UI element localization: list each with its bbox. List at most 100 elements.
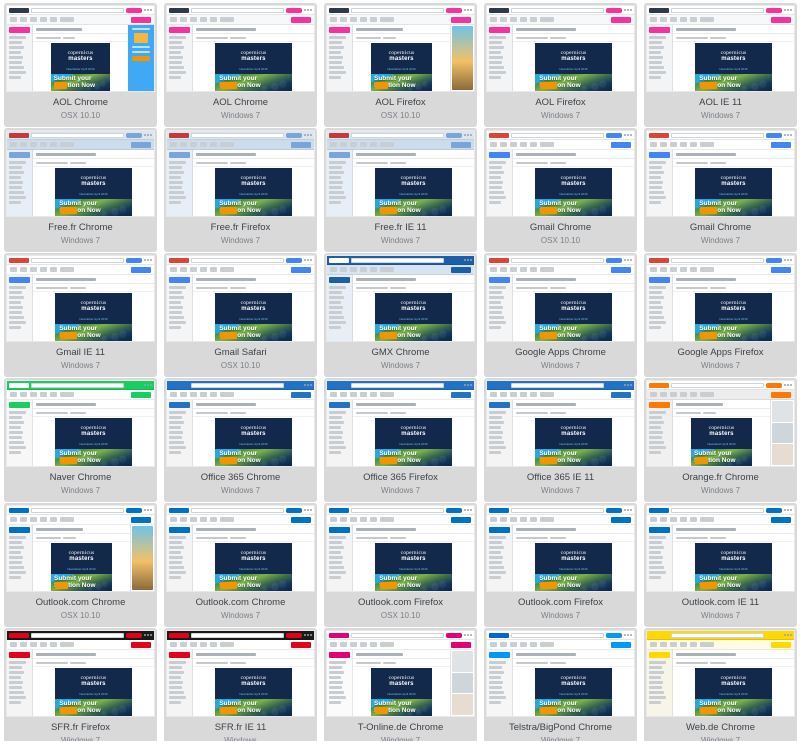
compose-button[interactable]	[9, 27, 30, 33]
toolbar-button[interactable]	[60, 517, 74, 522]
folder-item[interactable]	[329, 161, 346, 164]
preview-card[interactable]: copernicus masters Newsletter April 2016 Su…	[324, 128, 477, 252]
toolbar-button[interactable]	[220, 142, 234, 147]
preview-card[interactable]: copernicus masters Newsletter April 2016 Su…	[164, 3, 317, 127]
preview-card[interactable]: copernicus masters Newsletter April 2016 Su…	[4, 628, 157, 741]
folder-item[interactable]	[489, 576, 501, 579]
toolbar-button[interactable]	[200, 642, 207, 647]
folder-item[interactable]	[329, 571, 346, 574]
folder-sidebar[interactable]	[327, 25, 353, 91]
compose-button[interactable]	[329, 152, 350, 158]
address-bar[interactable]	[511, 632, 604, 638]
folder-item[interactable]	[9, 66, 25, 69]
folder-item[interactable]	[489, 311, 503, 314]
address-bar[interactable]	[511, 507, 604, 513]
toolbar-button[interactable]	[370, 17, 377, 22]
address-bar[interactable]	[191, 257, 284, 263]
toolbar-button[interactable]	[690, 267, 697, 272]
toolbar-button[interactable]	[650, 17, 657, 22]
compose-button[interactable]	[9, 402, 30, 408]
folder-item[interactable]	[169, 686, 183, 689]
thumbnail[interactable]: copernicus masters Newsletter April 2016 Su…	[6, 505, 155, 592]
folder-item[interactable]	[9, 661, 26, 664]
folder-item[interactable]	[329, 166, 343, 169]
folder-item[interactable]	[329, 311, 343, 314]
folder-item[interactable]	[169, 451, 181, 454]
folder-sidebar[interactable]	[487, 400, 513, 466]
preview-card[interactable]: copernicus masters Newsletter April 2016 Su…	[644, 3, 797, 127]
toolbar-button[interactable]	[180, 642, 187, 647]
toolbar-button[interactable]	[180, 17, 187, 22]
folder-item[interactable]	[489, 446, 506, 449]
toolbar-button[interactable]	[690, 392, 697, 397]
folder-item[interactable]	[169, 41, 183, 44]
folder-item[interactable]	[489, 291, 503, 294]
compose-button[interactable]	[489, 402, 510, 408]
folder-item[interactable]	[489, 566, 505, 569]
window-controls[interactable]	[304, 634, 312, 636]
folder-item[interactable]	[329, 691, 345, 694]
toolbar-button[interactable]	[490, 17, 497, 22]
folder-item[interactable]	[489, 416, 503, 419]
folder-item[interactable]	[9, 546, 25, 549]
folder-item[interactable]	[649, 71, 666, 74]
folder-item[interactable]	[489, 431, 504, 434]
folder-item[interactable]	[649, 76, 661, 79]
folder-item[interactable]	[169, 446, 186, 449]
toolbar-button[interactable]	[540, 392, 554, 397]
folder-item[interactable]	[9, 566, 25, 569]
folder-item[interactable]	[489, 41, 503, 44]
primary-action-button[interactable]	[291, 16, 311, 23]
toolbar-button[interactable]	[700, 142, 714, 147]
thumbnail[interactable]: copernicus masters Newsletter April 2016 Su…	[646, 505, 795, 592]
preview-card[interactable]: copernicus masters Newsletter April 2016 Su…	[324, 628, 477, 741]
folder-item[interactable]	[489, 196, 506, 199]
folder-item[interactable]	[649, 46, 665, 49]
folder-item[interactable]	[9, 426, 21, 429]
toolbar-button[interactable]	[700, 642, 714, 647]
folder-item[interactable]	[169, 316, 185, 319]
folder-item[interactable]	[489, 61, 503, 64]
address-bar[interactable]	[351, 632, 444, 638]
primary-action-button[interactable]	[771, 516, 791, 523]
folder-item[interactable]	[9, 71, 26, 74]
folder-item[interactable]	[9, 676, 21, 679]
toolbar-button[interactable]	[190, 517, 197, 522]
creative-cta-button[interactable]	[699, 582, 717, 590]
thumbnail[interactable]: copernicus masters Newsletter April 2016 Su…	[326, 255, 475, 342]
folder-item[interactable]	[9, 671, 25, 674]
toolbar-button[interactable]	[680, 267, 687, 272]
toolbar-button[interactable]	[350, 142, 357, 147]
toolbar-button[interactable]	[490, 392, 497, 397]
folder-item[interactable]	[649, 676, 661, 679]
address-bar[interactable]	[671, 257, 764, 263]
folder-sidebar[interactable]	[647, 525, 673, 591]
folder-item[interactable]	[649, 161, 666, 164]
preview-card[interactable]: copernicus masters Newsletter April 2016 Su…	[484, 3, 637, 127]
toolbar-button[interactable]	[50, 517, 57, 522]
toolbar-button[interactable]	[530, 517, 537, 522]
toolbar-button[interactable]	[360, 267, 367, 272]
folder-item[interactable]	[489, 546, 505, 549]
primary-action-button[interactable]	[771, 391, 791, 398]
preview-card[interactable]: copernicus masters Newsletter April 2016 Su…	[324, 253, 477, 377]
toolbar-button[interactable]	[520, 392, 527, 397]
ad-slot[interactable]	[772, 422, 793, 444]
folder-item[interactable]	[489, 436, 503, 439]
folder-item[interactable]	[489, 166, 503, 169]
creative-cta-button[interactable]	[59, 332, 77, 340]
compose-button[interactable]	[489, 527, 510, 533]
preview-card[interactable]: copernicus masters Newsletter April 2016 Su…	[644, 628, 797, 741]
folder-sidebar[interactable]	[167, 400, 193, 466]
folder-item[interactable]	[649, 421, 665, 424]
toolbar-button[interactable]	[370, 142, 377, 147]
preview-card[interactable]: copernicus masters Newsletter April 2016 Su…	[164, 253, 317, 377]
folder-item[interactable]	[489, 666, 503, 669]
folder-item[interactable]	[169, 161, 186, 164]
thumbnail[interactable]: copernicus masters Newsletter April 2016 Su…	[6, 130, 155, 217]
promo-cta-button[interactable]	[132, 56, 150, 61]
toolbar-button[interactable]	[30, 17, 37, 22]
creative-cta-button[interactable]	[379, 457, 397, 465]
folder-item[interactable]	[649, 446, 666, 449]
folder-item[interactable]	[649, 546, 665, 549]
